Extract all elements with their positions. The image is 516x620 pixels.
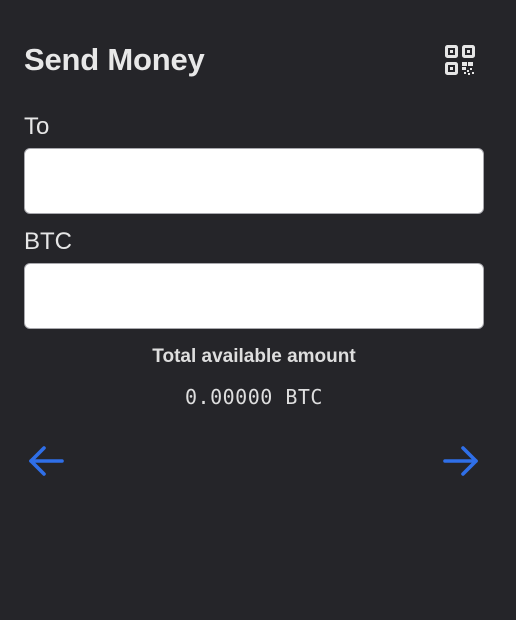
available-amount-value: 0.00000 BTC	[185, 385, 323, 409]
scan-qr-button[interactable]	[444, 44, 476, 76]
back-button[interactable]	[26, 441, 66, 481]
next-button[interactable]	[441, 441, 481, 481]
qr-code-icon	[444, 44, 476, 76]
btc-amount-input[interactable]	[24, 263, 484, 329]
arrow-left-icon	[26, 441, 66, 481]
page-title: Send Money	[24, 42, 205, 77]
to-address-input[interactable]	[24, 148, 484, 214]
to-label: To	[24, 113, 50, 140]
arrow-right-icon	[441, 441, 481, 481]
btc-label: BTC	[24, 228, 72, 255]
available-amount-label: Total available amount	[152, 346, 356, 367]
